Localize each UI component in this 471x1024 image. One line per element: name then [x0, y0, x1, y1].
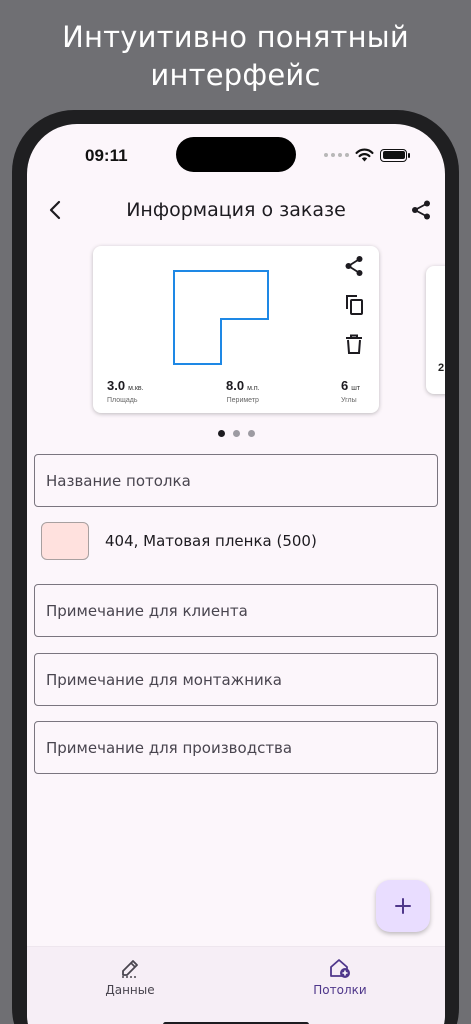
film-label: 404, Матовая пленка (500): [105, 532, 317, 550]
note-installer-field[interactable]: Примечание для монтажника: [34, 653, 438, 706]
pagination-dot[interactable]: [247, 430, 255, 437]
stat-corners-label: Углы: [341, 397, 357, 404]
copy-icon: [346, 295, 363, 315]
signal-icon: [324, 153, 349, 157]
film-color-swatch[interactable]: [41, 522, 89, 560]
status-time: 09:11: [85, 146, 128, 165]
wifi-icon: [355, 148, 374, 162]
page-title: Информация о заказе: [126, 199, 346, 221]
stat-corners: 6 шт Углы: [341, 378, 360, 404]
card-actions: [342, 254, 366, 356]
note-client-field[interactable]: Примечание для клиента: [34, 584, 438, 637]
ceiling-name-placeholder: Название потолка: [46, 471, 191, 490]
note-production-field[interactable]: Примечание для производства: [34, 721, 438, 774]
promo-caption: Интуитивно понятный интерфейс: [0, 18, 471, 94]
dynamic-island: [176, 137, 296, 172]
nav-item-data-label: Данные: [105, 983, 155, 997]
pencil-ruler-icon: [122, 960, 138, 978]
promo-line-1: Интуитивно понятный: [62, 20, 409, 54]
app-screen: 09:11 Информация о заказе 3.0 м.кв. Площ…: [27, 124, 445, 1024]
note-installer-placeholder: Примечание для монтажника: [46, 670, 283, 689]
note-client-placeholder: Примечание для клиента: [46, 601, 248, 620]
status-icons: [324, 148, 410, 162]
ceiling-name-field[interactable]: Название потолка: [34, 454, 438, 507]
next-card-peek-text: 2: [438, 362, 445, 374]
ceiling-card[interactable]: 3.0 м.кв. Площадь 8.0 м.п. Периметр 6 шт Уг…: [93, 246, 379, 413]
carousel-pagination: [27, 430, 445, 437]
card-delete-button[interactable]: [342, 332, 366, 356]
stat-area-value: 3.0: [107, 378, 126, 393]
stat-area: 3.0 м.кв. Площадь: [107, 378, 144, 404]
battery-icon: [380, 148, 410, 162]
share-order-button[interactable]: [407, 196, 435, 224]
stat-perimeter-label: Периметр: [226, 397, 259, 404]
plus-icon: [395, 898, 411, 914]
stat-corners-unit: шт: [351, 385, 361, 392]
nav-item-ceilings[interactable]: Потолки: [280, 957, 400, 997]
stat-perimeter: 8.0 м.п. Периметр: [226, 378, 260, 404]
app-bar: Информация о заказе: [27, 192, 445, 228]
house-add-icon: [330, 959, 350, 978]
stat-area-unit: м.кв.: [128, 385, 144, 392]
ceiling-carousel[interactable]: 3.0 м.кв. Площадь 8.0 м.п. Периметр 6 шт Уг…: [27, 246, 445, 416]
stat-perimeter-unit: м.п.: [247, 385, 260, 392]
film-selector[interactable]: 404, Матовая пленка (500): [41, 522, 317, 560]
stat-perimeter-value: 8.0: [226, 378, 245, 393]
ceiling-drawing: [173, 270, 269, 365]
note-production-placeholder: Примечание для производства: [46, 738, 293, 757]
add-ceiling-button[interactable]: [376, 880, 430, 932]
pagination-dot-active[interactable]: [217, 430, 225, 437]
share-icon: [412, 200, 430, 220]
nav-item-ceilings-label: Потолки: [313, 983, 367, 997]
promo-line-2: интерфейс: [150, 58, 321, 92]
nav-item-data[interactable]: Данные: [70, 957, 190, 997]
card-share-button[interactable]: [342, 254, 366, 278]
pagination-dot[interactable]: [232, 430, 240, 437]
next-ceiling-card[interactable]: 2: [426, 266, 445, 394]
delete-icon: [346, 334, 362, 354]
stat-corners-value: 6: [341, 378, 349, 393]
bottom-navigation: Данные Потолки: [27, 946, 445, 1024]
share-icon: [345, 256, 363, 276]
card-copy-button[interactable]: [342, 293, 366, 317]
stat-area-label: Площадь: [107, 397, 138, 404]
